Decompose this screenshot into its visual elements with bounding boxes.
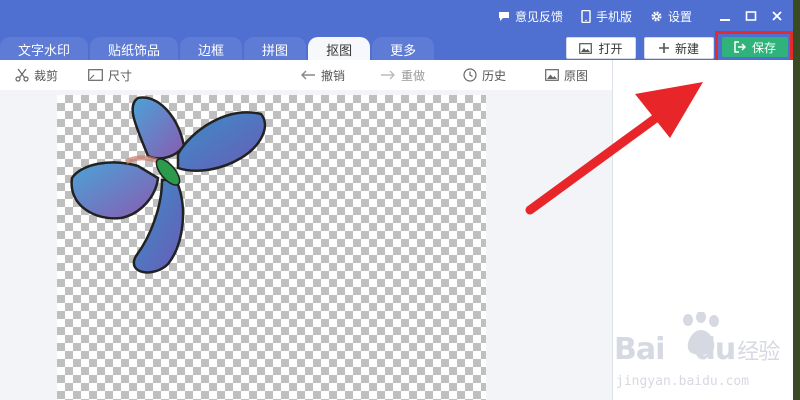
feedback-link[interactable]: 意见反馈	[498, 8, 563, 25]
butterfly-image[interactable]	[66, 96, 276, 276]
watermark-url: jingyan.baidu.com	[616, 374, 750, 389]
mobile-label: 手机版	[595, 9, 632, 24]
image-icon	[579, 42, 593, 54]
crop-label: 裁剪	[34, 68, 59, 83]
history-label: 历史	[482, 68, 507, 83]
annotation-arrow	[525, 82, 703, 215]
close-icon	[772, 11, 782, 21]
tab-collage[interactable]: 拼图	[244, 37, 307, 61]
maximize-button[interactable]	[740, 6, 762, 26]
undo-tool[interactable]: 撤销	[300, 66, 345, 84]
settings-label: 设置	[667, 9, 692, 24]
size-label: 尺寸	[108, 68, 133, 83]
arrow-right-icon	[381, 70, 395, 80]
tab-bar: 文字水印 贴纸饰品 边框 拼图 抠图 更多	[0, 35, 436, 61]
arrow-left-icon	[301, 70, 315, 80]
plus-icon	[658, 43, 669, 53]
settings-link[interactable]: 设置	[650, 8, 692, 25]
open-label: 打开	[598, 41, 623, 56]
history-tool[interactable]: 历史	[463, 66, 506, 84]
watermark-brand: Bai	[614, 332, 665, 367]
undo-label: 撤销	[321, 68, 346, 83]
new-label: 新建	[674, 41, 699, 56]
clock-icon	[463, 68, 477, 82]
size-tool[interactable]: 尺寸	[88, 66, 132, 84]
watermark-brand-du: du	[694, 332, 736, 367]
chat-bubble-icon	[498, 12, 509, 21]
mobile-version-link[interactable]: 手机版	[581, 8, 632, 25]
crop-tool[interactable]: 裁剪	[15, 66, 58, 84]
resize-icon	[88, 69, 103, 81]
open-button[interactable]: 打开	[566, 37, 636, 59]
tab-cutout[interactable]: 抠图	[308, 37, 371, 61]
gear-icon	[651, 10, 662, 22]
feedback-label: 意见反馈	[514, 9, 563, 24]
tab-border[interactable]: 边框	[180, 37, 243, 61]
redo-label: 重做	[401, 68, 426, 83]
tab-text-watermark[interactable]: 文字水印	[0, 37, 89, 61]
redo-tool[interactable]: 重做	[380, 66, 425, 84]
scissors-icon	[15, 68, 29, 82]
minimize-button[interactable]	[714, 6, 736, 26]
header-actions: 意见反馈 手机版 设置	[498, 6, 788, 26]
window-edge	[793, 0, 800, 400]
tab-more[interactable]: 更多	[372, 37, 435, 61]
tab-stickers[interactable]: 贴纸饰品	[90, 37, 179, 61]
close-button[interactable]	[766, 6, 788, 26]
maximize-icon	[745, 11, 757, 21]
baidu-watermark: Bai du经验 jingyan.baidu.com	[612, 312, 793, 400]
minimize-icon	[720, 19, 730, 21]
new-button[interactable]: 新建	[644, 37, 714, 59]
phone-icon	[581, 9, 591, 23]
watermark-jingyan: 经验	[737, 340, 780, 365]
